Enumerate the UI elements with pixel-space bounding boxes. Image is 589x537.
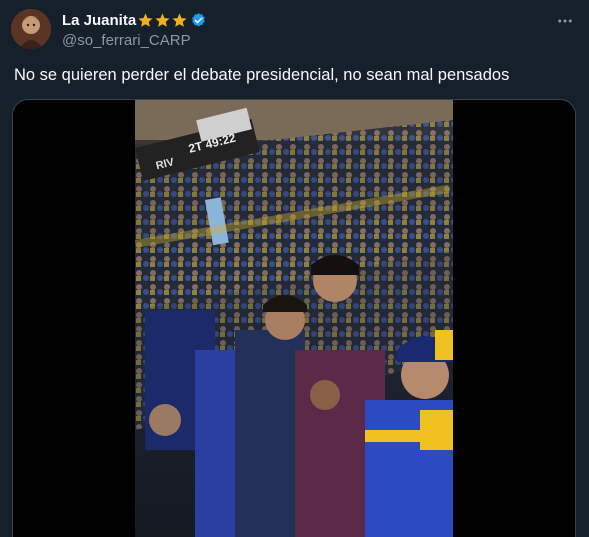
star-icon <box>155 12 170 27</box>
star-icon <box>138 12 153 27</box>
verified-icon <box>192 12 205 27</box>
tweet-text: No se quieren perder el debate presidenc… <box>14 66 510 84</box>
tweet-card: La Juanita @so_ferrari_CARP No se quiere… <box>0 0 589 537</box>
video-frame[interactable]: RIV 2T 49:22 <box>135 100 453 537</box>
star-icon <box>172 12 187 27</box>
handle[interactable]: @so_ferrari_CARP <box>62 31 549 51</box>
display-name[interactable]: La Juanita <box>62 12 136 29</box>
stadium-crowd-image: RIV 2T 49:22 <box>135 100 453 537</box>
name-row: La Juanita <box>62 10 549 30</box>
video-media[interactable]: RIV 2T 49:22 <box>12 99 576 537</box>
more-options-icon[interactable] <box>556 12 574 30</box>
author-info: La Juanita @so_ferrari_CARP <box>62 10 549 51</box>
star-badges <box>137 12 188 29</box>
avatar[interactable] <box>11 9 51 49</box>
